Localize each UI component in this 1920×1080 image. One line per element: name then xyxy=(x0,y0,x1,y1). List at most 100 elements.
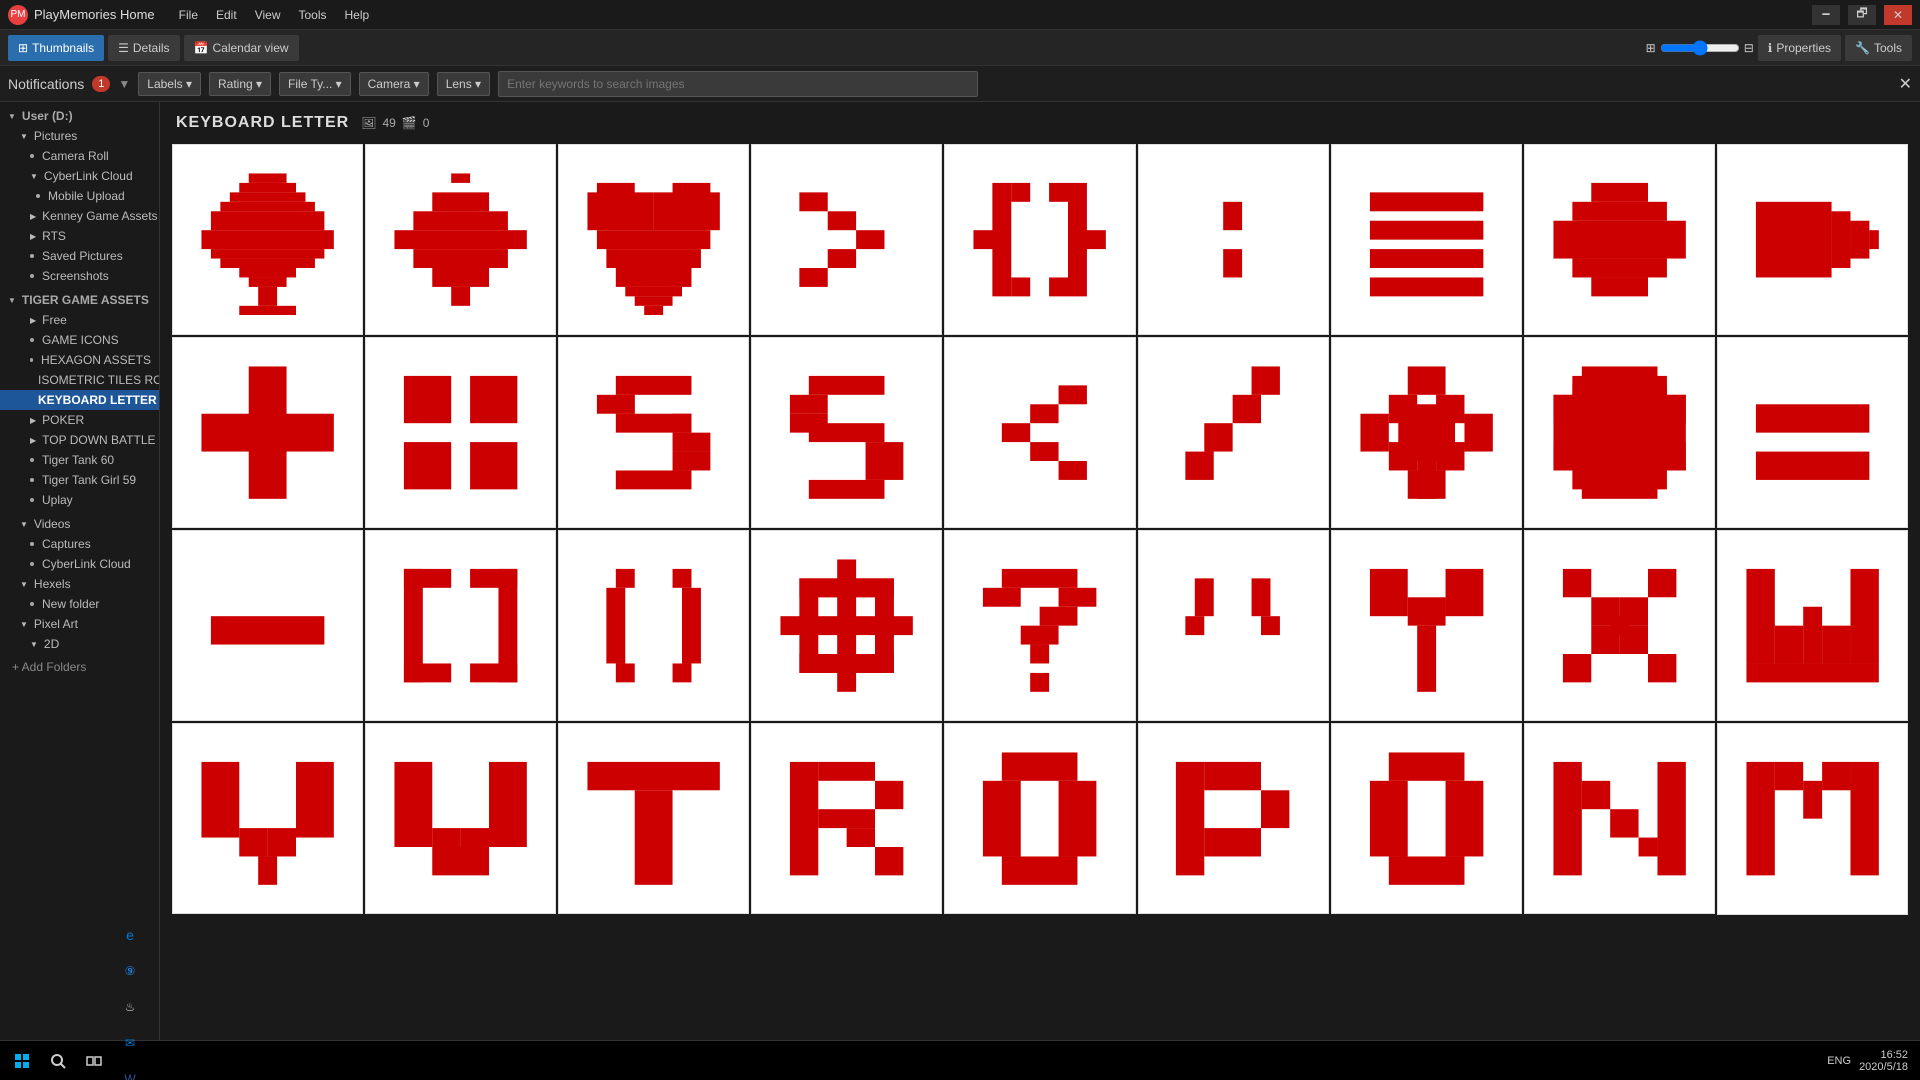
close-notification-button[interactable]: ✕ xyxy=(1899,74,1912,94)
camera-filter[interactable]: Camera ▾ xyxy=(359,72,429,96)
sidebar-item-pixel-art[interactable]: ▼Pixel Art xyxy=(0,614,159,634)
menu-view[interactable]: View xyxy=(247,4,289,26)
image-cell-horizontal-diamond[interactable] xyxy=(1524,144,1715,335)
image-cell-braces[interactable] xyxy=(944,144,1135,335)
menu-edit[interactable]: Edit xyxy=(208,4,245,26)
image-cell-question-mark[interactable] xyxy=(944,530,1135,721)
taskbar-app-ie[interactable]: ⑨ xyxy=(112,953,148,989)
video-icon: 🎬 xyxy=(402,116,417,130)
menu-help[interactable]: Help xyxy=(337,4,378,26)
labels-filter[interactable]: Labels ▾ xyxy=(138,72,201,96)
image-cell-big-snowflake[interactable] xyxy=(1524,337,1715,528)
tools-button[interactable]: 🔧 Tools xyxy=(1845,35,1912,61)
zoom-slider[interactable] xyxy=(1660,40,1740,56)
sidebar-item-camera-roll[interactable]: Camera Roll xyxy=(0,146,159,166)
sidebar-item-tiger-game-assets[interactable]: ▼TIGER GAME ASSETS xyxy=(0,290,159,310)
sidebar-item-tiger-tank-girl-59[interactable]: Tiger Tank Girl 59 xyxy=(0,470,159,490)
taskbar-app-edge[interactable]: e xyxy=(112,917,148,953)
taskbar-search[interactable] xyxy=(40,1043,76,1079)
image-cell-asterisk[interactable] xyxy=(751,530,942,721)
image-cell-colon[interactable] xyxy=(1138,144,1329,335)
sidebar-item-kenney-game-assets[interactable]: ▶Kenney Game Assets xyxy=(0,206,159,226)
image-cell-equals-lines[interactable] xyxy=(1331,144,1522,335)
sidebar-item-cyberlink-cloud-1[interactable]: ▼CyberLink Cloud xyxy=(0,166,159,186)
rating-filter[interactable]: Rating ▾ xyxy=(209,72,271,96)
image-cell-slash[interactable] xyxy=(1138,337,1329,528)
details-button[interactable]: ☰ Details xyxy=(108,35,179,61)
filetype-filter[interactable]: File Ty... ▾ xyxy=(279,72,351,96)
filter-icon: ▼ xyxy=(118,77,130,91)
taskbar-app-word[interactable]: W xyxy=(112,1061,148,1080)
image-cell-m-letter[interactable] xyxy=(1717,723,1908,914)
taskbar-app-outlook[interactable]: ✉ xyxy=(112,1025,148,1061)
sidebar-item-2d[interactable]: ▼2D xyxy=(0,634,159,654)
image-cell-n-letter[interactable] xyxy=(1524,723,1715,914)
search-input[interactable] xyxy=(498,71,978,97)
image-cell-v-letter[interactable] xyxy=(172,723,363,914)
image-cell-s-letter[interactable] xyxy=(751,337,942,528)
image-cell-equals[interactable] xyxy=(1717,337,1908,528)
sidebar-item-poker[interactable]: ▶POKER xyxy=(0,410,159,430)
calendar-button[interactable]: 📅 Calendar view xyxy=(184,35,299,61)
image-cell-spade[interactable] xyxy=(172,144,363,335)
lens-filter[interactable]: Lens ▾ xyxy=(437,72,490,96)
properties-button[interactable]: ℹ Properties xyxy=(1758,35,1841,61)
image-cell-o-letter-2[interactable] xyxy=(1331,723,1522,914)
image-cell-diamond[interactable] xyxy=(365,144,556,335)
image-cell-heart[interactable] xyxy=(558,144,749,335)
taskbar-task-view[interactable] xyxy=(76,1043,112,1079)
sidebar-item-free[interactable]: ▶Free xyxy=(0,310,159,330)
sidebar-item-hexagon-assets[interactable]: HEXAGON ASSETS xyxy=(0,350,159,370)
sidebar-item-saved-pictures[interactable]: Saved Pictures xyxy=(0,246,159,266)
image-cell-grid-four[interactable] xyxy=(365,337,556,528)
image-cell-cross-flower[interactable] xyxy=(1331,337,1522,528)
image-cell-square-brackets[interactable] xyxy=(365,530,556,721)
image-cell-right-arrow-shape[interactable] xyxy=(1717,144,1908,335)
sidebar-item-pictures[interactable]: ▼Pictures xyxy=(0,126,159,146)
image-cell-t-letter[interactable] xyxy=(558,723,749,914)
sidebar-item-mobile-upload[interactable]: Mobile Upload xyxy=(0,186,159,206)
sidebar-item-captures[interactable]: Captures xyxy=(0,534,159,554)
sidebar-item-screenshots[interactable]: Screenshots xyxy=(0,266,159,286)
image-cell-quote[interactable] xyxy=(1138,530,1329,721)
image-cell-greater-than[interactable] xyxy=(751,144,942,335)
sidebar-item-isometric-tiles[interactable]: ISOMETRIC TILES RO... xyxy=(0,370,159,390)
minimize-button[interactable]: 🗕 xyxy=(1812,5,1840,25)
menu-file[interactable]: File xyxy=(171,4,206,26)
sidebar-item-uplay[interactable]: Uplay xyxy=(0,490,159,510)
close-button[interactable]: ✕ xyxy=(1884,5,1912,25)
sidebar-item-game-icons[interactable]: GAME ICONS xyxy=(0,330,159,350)
taskbar-app-steam[interactable]: ♨ xyxy=(112,989,148,1025)
image-cell-p-letter[interactable] xyxy=(1138,723,1329,914)
image-cell-parens[interactable] xyxy=(558,530,749,721)
menu-tools[interactable]: Tools xyxy=(290,4,334,26)
sidebar-item-keyboard-letter[interactable]: KEYBOARD LETTER xyxy=(0,390,159,410)
sidebar-item-hexels[interactable]: ▼Hexels xyxy=(0,574,159,594)
image-cell-plus[interactable] xyxy=(172,337,363,528)
image-cell-minus[interactable] xyxy=(172,530,363,721)
grid-large-icon: ⊟ xyxy=(1744,41,1754,55)
image-cell-r-letter[interactable] xyxy=(751,723,942,914)
thumbnails-icon: ⊞ xyxy=(18,41,28,55)
sidebar-item-videos[interactable]: ▼Videos xyxy=(0,514,159,534)
expand-icon: ▼ xyxy=(20,520,28,529)
add-folders-button[interactable]: + Add Folders xyxy=(0,654,159,680)
image-cell-u-letter[interactable] xyxy=(365,723,556,914)
dot-icon xyxy=(30,478,34,482)
taskbar-start[interactable] xyxy=(4,1043,40,1079)
image-cell-w-letter[interactable] xyxy=(1717,530,1908,721)
dot-icon xyxy=(30,254,34,258)
image-cell-s-reverse[interactable] xyxy=(558,337,749,528)
sidebar-item-cyberlink-cloud-2[interactable]: CyberLink Cloud xyxy=(0,554,159,574)
sidebar-item-rts[interactable]: ▶RTS xyxy=(0,226,159,246)
image-cell-o-letter[interactable] xyxy=(944,723,1135,914)
thumbnails-button[interactable]: ⊞ Thumbnails xyxy=(8,35,104,61)
image-cell-y-letter[interactable] xyxy=(1331,530,1522,721)
image-cell-x-letter[interactable] xyxy=(1524,530,1715,721)
image-cell-less-than[interactable] xyxy=(944,337,1135,528)
sidebar-item-new-folder[interactable]: New folder xyxy=(0,594,159,614)
sidebar-item-top-down-battle[interactable]: ▶TOP DOWN BATTLE T... xyxy=(0,430,159,450)
sidebar-item-user-d[interactable]: ▼User (D:) xyxy=(0,106,159,126)
sidebar-item-tiger-tank-60[interactable]: Tiger Tank 60 xyxy=(0,450,159,470)
restore-button[interactable]: 🗗 xyxy=(1848,5,1876,25)
